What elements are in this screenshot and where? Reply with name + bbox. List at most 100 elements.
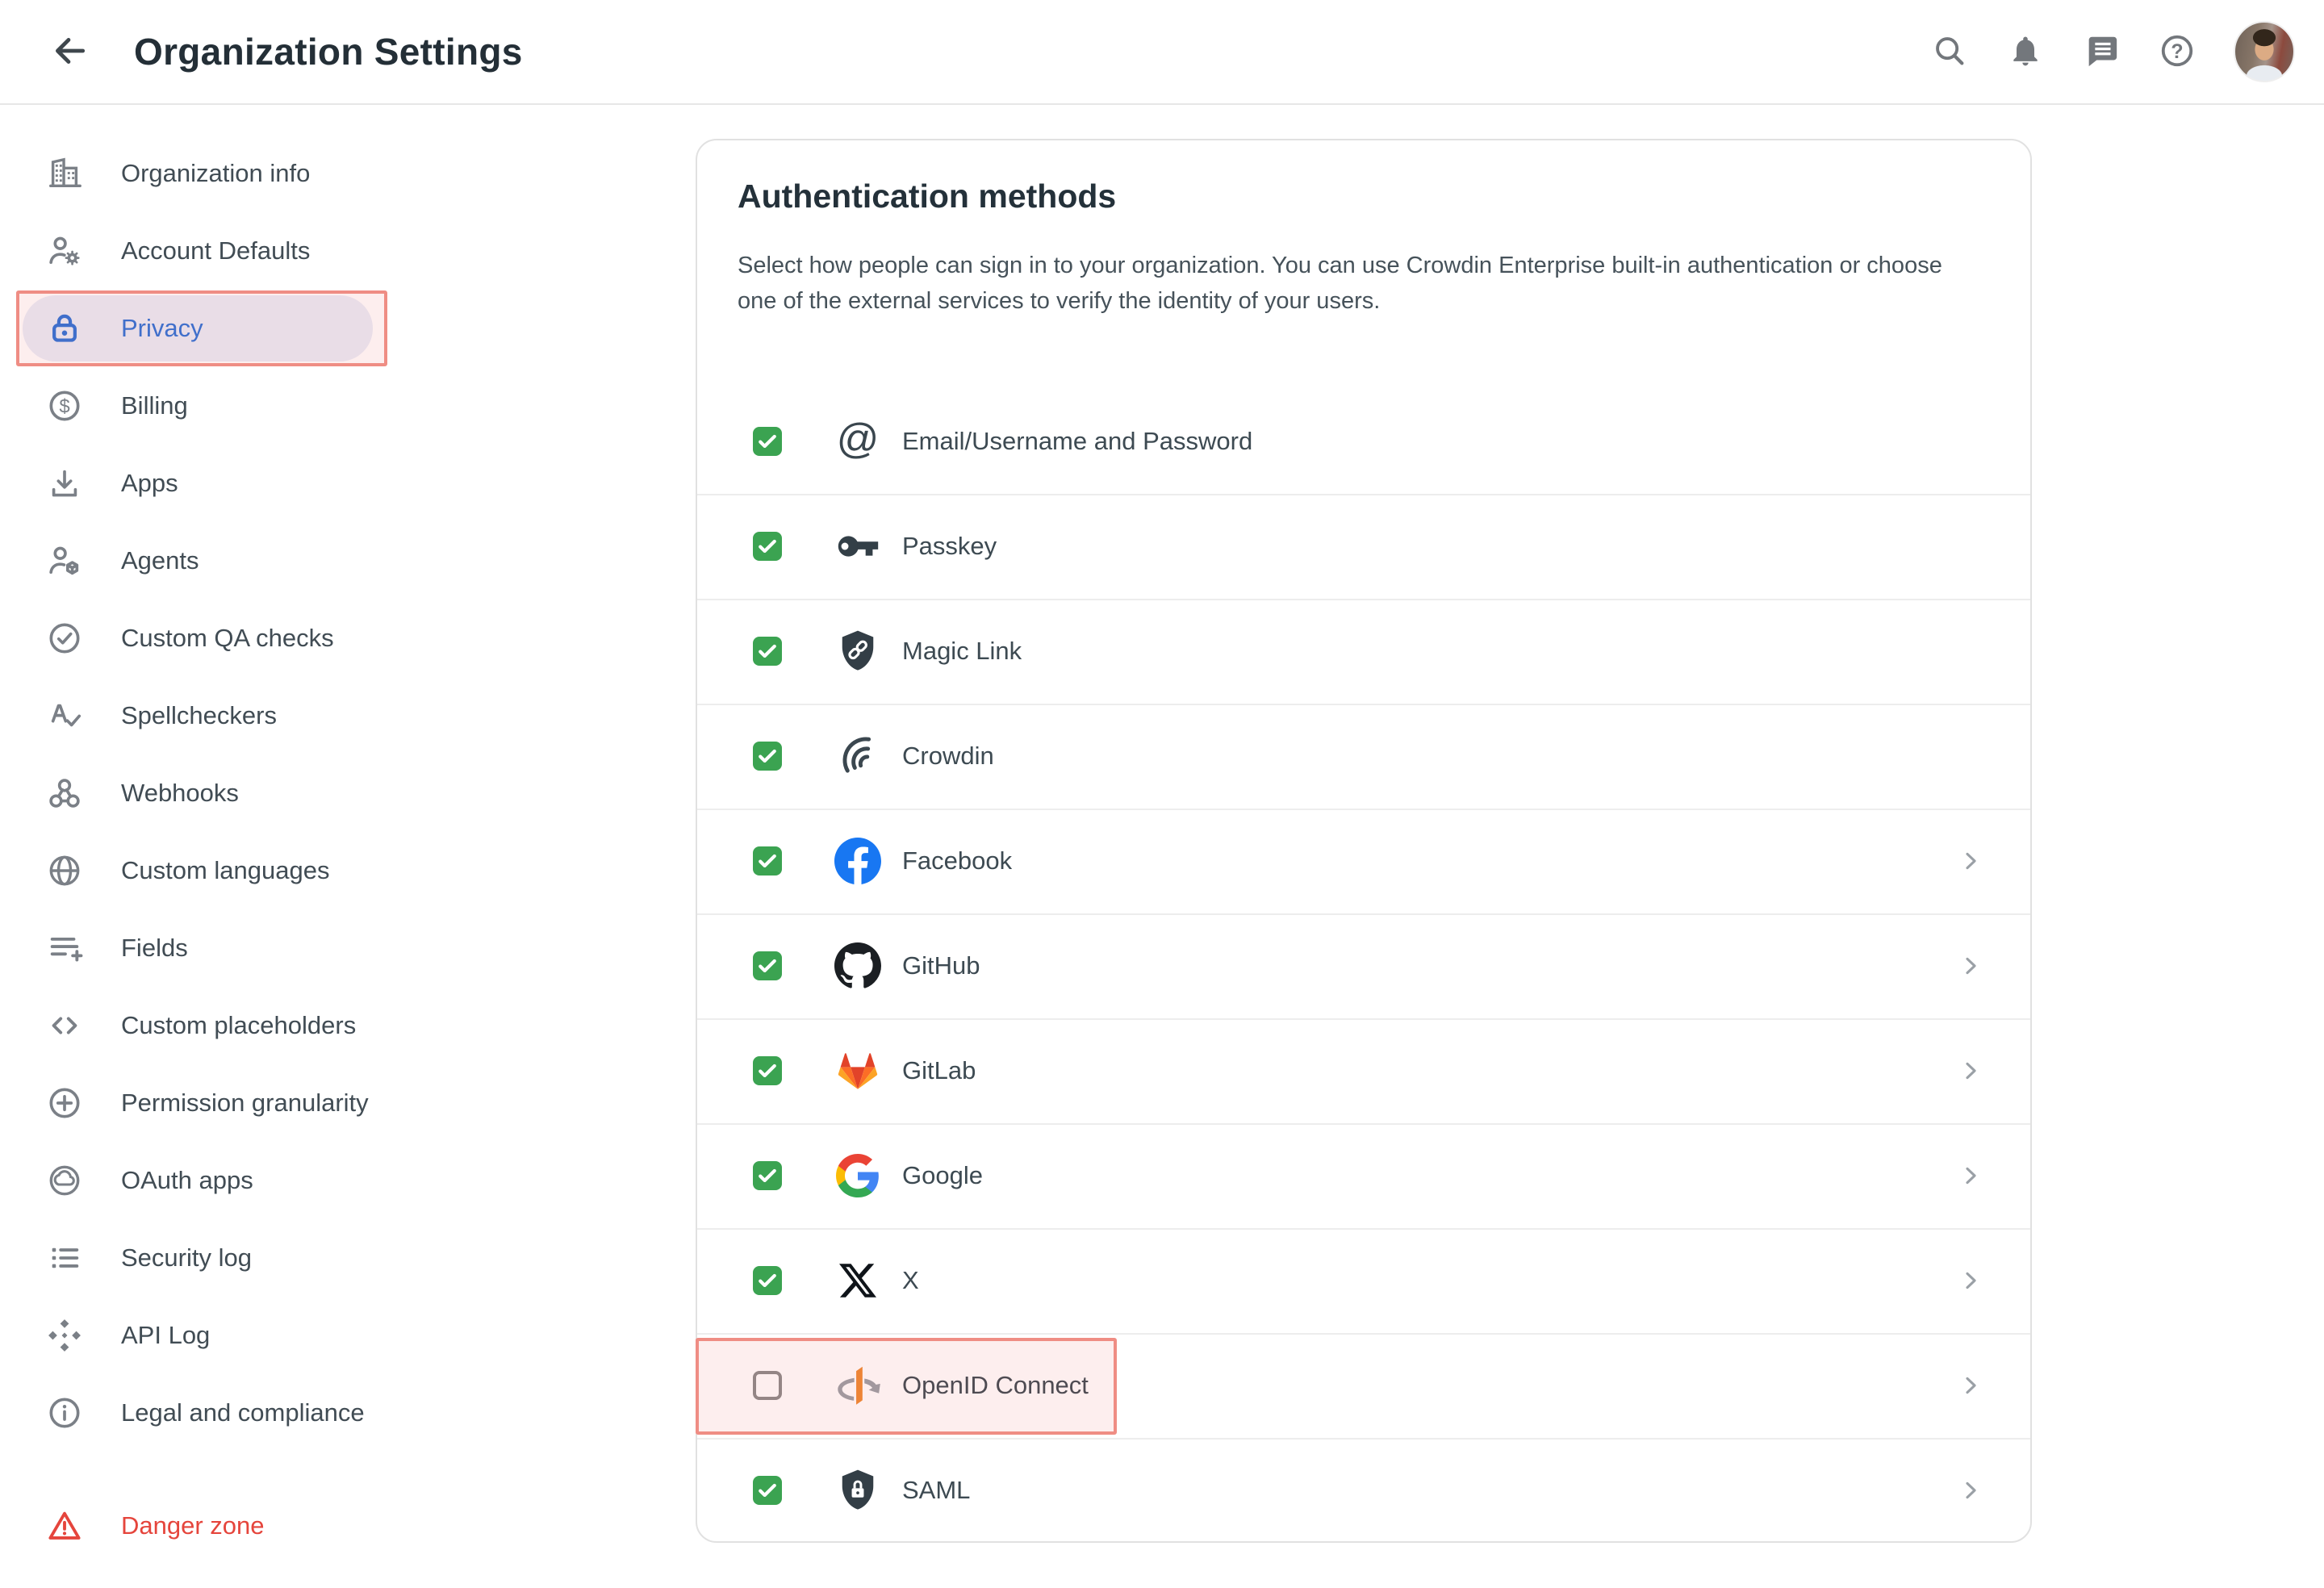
sidebar-item-label: Custom QA checks — [121, 624, 334, 652]
card-description: Select how people can sign in to your or… — [738, 253, 1942, 314]
sidebar-item-api-log[interactable]: API Log — [0, 1297, 697, 1374]
facebook-icon — [831, 834, 884, 888]
sidebar-item-label: Security log — [121, 1243, 252, 1272]
auth-method-label: X — [902, 1266, 919, 1294]
help-button[interactable]: ? — [2158, 32, 2197, 71]
sidebar-item-apps[interactable]: Apps — [0, 445, 697, 522]
shield-link-icon — [831, 625, 884, 678]
chevron-right-icon[interactable] — [1956, 1371, 1985, 1400]
checkbox-openid-connect[interactable] — [753, 1371, 782, 1400]
gitlab-icon — [831, 1044, 884, 1097]
settings-sidebar: Organization info Account Defaults Privacy… — [0, 105, 697, 1588]
sidebar-item-danger-zone[interactable]: Danger zone — [0, 1487, 697, 1565]
checkbox-github[interactable] — [753, 951, 782, 980]
sidebar-item-webhooks[interactable]: Webhooks — [0, 754, 697, 832]
chevron-right-icon[interactable] — [1956, 1161, 1985, 1190]
sidebar-item-label: Danger zone — [121, 1511, 265, 1540]
sidebar-item-fields[interactable]: Fields — [0, 909, 697, 987]
auth-method-label: Passkey — [902, 532, 997, 560]
webhook-icon — [45, 774, 84, 813]
chevron-right-icon[interactable] — [1956, 1476, 1985, 1505]
chevron-right-icon[interactable] — [1956, 1266, 1985, 1295]
cloud-circle-icon — [45, 1161, 84, 1200]
sidebar-item-label: Account Defaults — [121, 236, 311, 265]
user-avatar[interactable] — [2234, 21, 2295, 82]
auth-method-label: GitHub — [902, 951, 980, 980]
checkbox-gitlab[interactable] — [753, 1056, 782, 1085]
sidebar-item-label: Webhooks — [121, 779, 239, 807]
code-brackets-icon — [45, 1006, 84, 1045]
sidebar-item-label: Apps — [121, 469, 178, 497]
auth-method-row-email-username-password: @ Email/Username and Password — [697, 389, 2030, 494]
sidebar-item-organization-info[interactable]: Organization info — [0, 135, 697, 212]
back-button[interactable] — [47, 29, 92, 74]
auth-method-label: Crowdin — [902, 742, 994, 770]
globe-icon — [45, 851, 84, 890]
sidebar-item-custom-placeholders[interactable]: Custom placeholders — [0, 987, 697, 1064]
sidebar-item-label: Permission granularity — [121, 1089, 369, 1117]
checkbox-crowdin[interactable] — [753, 742, 782, 771]
circle-plus-icon — [45, 1084, 84, 1122]
auth-method-label: Google — [902, 1161, 983, 1189]
checkbox-magic-link[interactable] — [753, 637, 782, 666]
sidebar-item-label: Custom placeholders — [121, 1011, 357, 1039]
sidebar-item-legal-and-compliance[interactable]: Legal and compliance — [0, 1374, 697, 1452]
passkey-key-icon — [831, 520, 884, 573]
checkbox-saml[interactable] — [753, 1476, 782, 1505]
person-gear-icon — [45, 232, 84, 270]
search-icon — [1931, 32, 1968, 72]
sidebar-item-custom-languages[interactable]: Custom languages — [0, 832, 697, 909]
sidebar-item-security-log[interactable]: Security log — [0, 1219, 697, 1297]
sidebar-item-spellcheckers[interactable]: Spellcheckers — [0, 677, 697, 754]
chevron-right-icon[interactable] — [1956, 1056, 1985, 1085]
download-icon — [45, 464, 84, 503]
google-icon — [831, 1149, 884, 1202]
auth-method-label: GitLab — [902, 1056, 976, 1084]
notifications-button[interactable] — [2006, 32, 2045, 71]
auth-method-row-x: X — [697, 1228, 2030, 1333]
checkbox-email-username-password[interactable] — [753, 427, 782, 456]
chevron-right-icon[interactable] — [1956, 951, 1985, 980]
sidebar-item-billing[interactable]: $ Billing — [0, 367, 697, 445]
sidebar-item-label: API Log — [121, 1321, 211, 1349]
sidebar-item-label: OAuth apps — [121, 1166, 253, 1194]
search-button[interactable] — [1930, 32, 1969, 71]
x-logo-icon — [831, 1254, 884, 1307]
auth-method-label: Magic Link — [902, 637, 1022, 665]
warning-triangle-icon — [45, 1507, 84, 1545]
at-sign-icon: @ — [831, 415, 884, 468]
checkbox-facebook[interactable] — [753, 846, 782, 875]
checkbox-google[interactable] — [753, 1161, 782, 1190]
checkbox-passkey[interactable] — [753, 532, 782, 561]
chevron-right-icon[interactable] — [1956, 846, 1985, 875]
github-icon — [831, 939, 884, 992]
sidebar-item-custom-qa-checks[interactable]: Custom QA checks — [0, 600, 697, 677]
sidebar-item-agents[interactable]: Agents — [0, 522, 697, 600]
openid-icon — [831, 1359, 884, 1412]
messages-button[interactable] — [2082, 32, 2121, 71]
auth-method-row-passkey: Passkey — [697, 494, 2030, 599]
crowdin-icon — [831, 729, 884, 783]
auth-method-row-facebook: Facebook — [697, 809, 2030, 913]
card-title: Authentication methods — [738, 178, 1117, 215]
sidebar-item-label: Organization info — [121, 159, 311, 187]
lock-icon — [45, 309, 84, 348]
sidebar-item-account-defaults[interactable]: Account Defaults — [0, 212, 697, 290]
checkbox-x[interactable] — [753, 1266, 782, 1295]
sidebar-item-label: Billing — [121, 391, 188, 420]
page-title: Organization Settings — [134, 31, 523, 73]
info-circle-icon — [45, 1394, 84, 1432]
sidebar-item-oauth-apps[interactable]: OAuth apps — [0, 1142, 697, 1219]
spellcheck-icon — [45, 696, 84, 735]
sidebar-item-privacy[interactable]: Privacy — [0, 290, 697, 367]
auth-method-row-gitlab: GitLab — [697, 1018, 2030, 1123]
fields-icon — [45, 929, 84, 967]
auth-method-label: Facebook — [902, 846, 1013, 875]
authentication-methods-card: Authentication methods Select how people… — [696, 139, 2032, 1543]
auth-method-row-crowdin: Crowdin — [697, 704, 2030, 809]
sidebar-item-permission-granularity[interactable]: Permission granularity — [0, 1064, 697, 1142]
help-icon: ? — [2159, 32, 2196, 72]
building-icon — [45, 154, 84, 193]
app-header: Organization Settings ? — [0, 0, 2324, 105]
sidebar-item-label: Agents — [121, 546, 199, 575]
